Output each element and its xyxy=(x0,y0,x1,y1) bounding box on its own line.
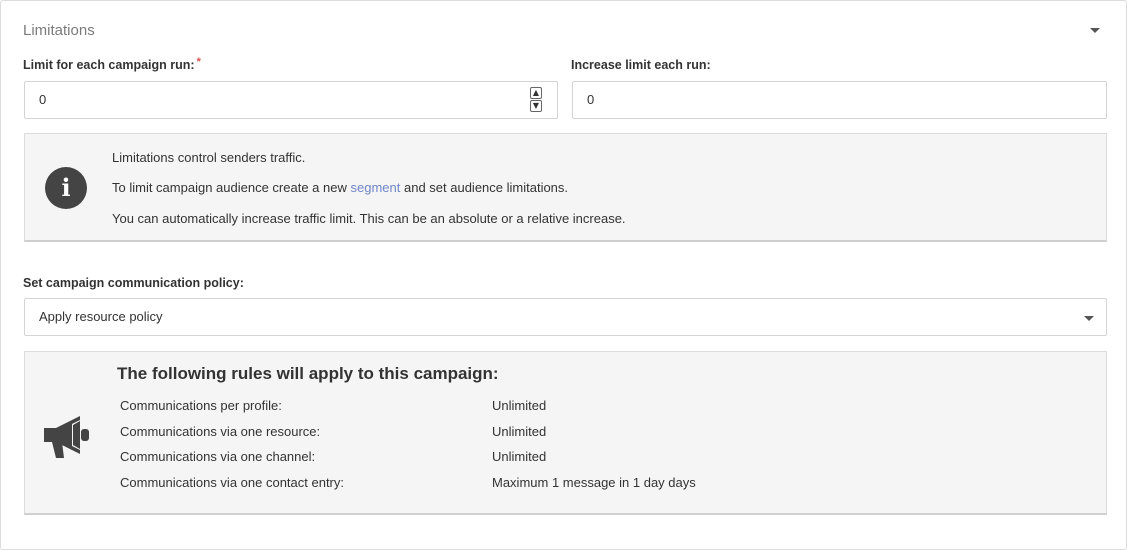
rule-label: Communications via one contact entry: xyxy=(120,475,344,490)
rules-heading: The following rules will apply to this c… xyxy=(117,364,499,383)
rule-value: Unlimited xyxy=(492,449,547,464)
increase-input-value: 0 xyxy=(587,92,595,107)
info-line-3: You can automatically increase traffic l… xyxy=(112,211,626,226)
dropdown-caret-icon[interactable] xyxy=(1084,316,1094,321)
rule-label: Communications per profile: xyxy=(120,398,282,413)
megaphone-icon xyxy=(44,416,89,458)
rule-value: Unlimited xyxy=(492,398,547,413)
increase-input[interactable]: 0 xyxy=(572,81,1107,119)
policy-select[interactable]: Apply resource policy xyxy=(24,298,1107,336)
policy-select-value: Apply resource policy xyxy=(39,309,163,324)
limit-input-value: 0 xyxy=(39,92,47,107)
policy-label: Set campaign communication policy: xyxy=(23,276,244,290)
increase-label: Increase limit each run: xyxy=(571,58,711,72)
required-marker: * xyxy=(196,56,201,68)
limitations-panel: Limitations Limit for each campaign run:… xyxy=(0,0,1127,550)
limit-label: Limit for each campaign run: * xyxy=(23,56,201,72)
rule-label: Communications via one resource: xyxy=(120,424,321,439)
chevron-down-icon[interactable] xyxy=(1090,28,1100,33)
segment-link[interactable]: segment xyxy=(350,180,400,195)
limit-stepper[interactable]: ▲ ▼ xyxy=(530,87,542,113)
info-line-2: To limit campaign audience create a new … xyxy=(112,180,568,195)
section-title[interactable]: Limitations xyxy=(23,22,95,39)
info-line-1: Limitations control senders traffic. xyxy=(112,150,306,165)
limit-label-text: Limit for each campaign run: xyxy=(23,58,195,72)
info-circle-icon: i xyxy=(45,167,87,209)
info-line-2-before: To limit campaign audience create a new xyxy=(112,180,347,195)
stepper-up-icon[interactable]: ▲ xyxy=(530,87,542,99)
info-box: i Limitations control senders traffic. T… xyxy=(24,133,1107,242)
rule-value: Unlimited xyxy=(492,424,547,439)
rule-value: Maximum 1 message in 1 day days xyxy=(492,475,696,490)
stepper-down-icon[interactable]: ▼ xyxy=(530,100,542,112)
rules-box: The following rules will apply to this c… xyxy=(24,351,1107,515)
rule-label: Communications via one channel: xyxy=(120,449,316,464)
info-line-2-after: and set audience limitations. xyxy=(403,180,569,195)
limit-input[interactable]: 0 xyxy=(24,81,558,119)
